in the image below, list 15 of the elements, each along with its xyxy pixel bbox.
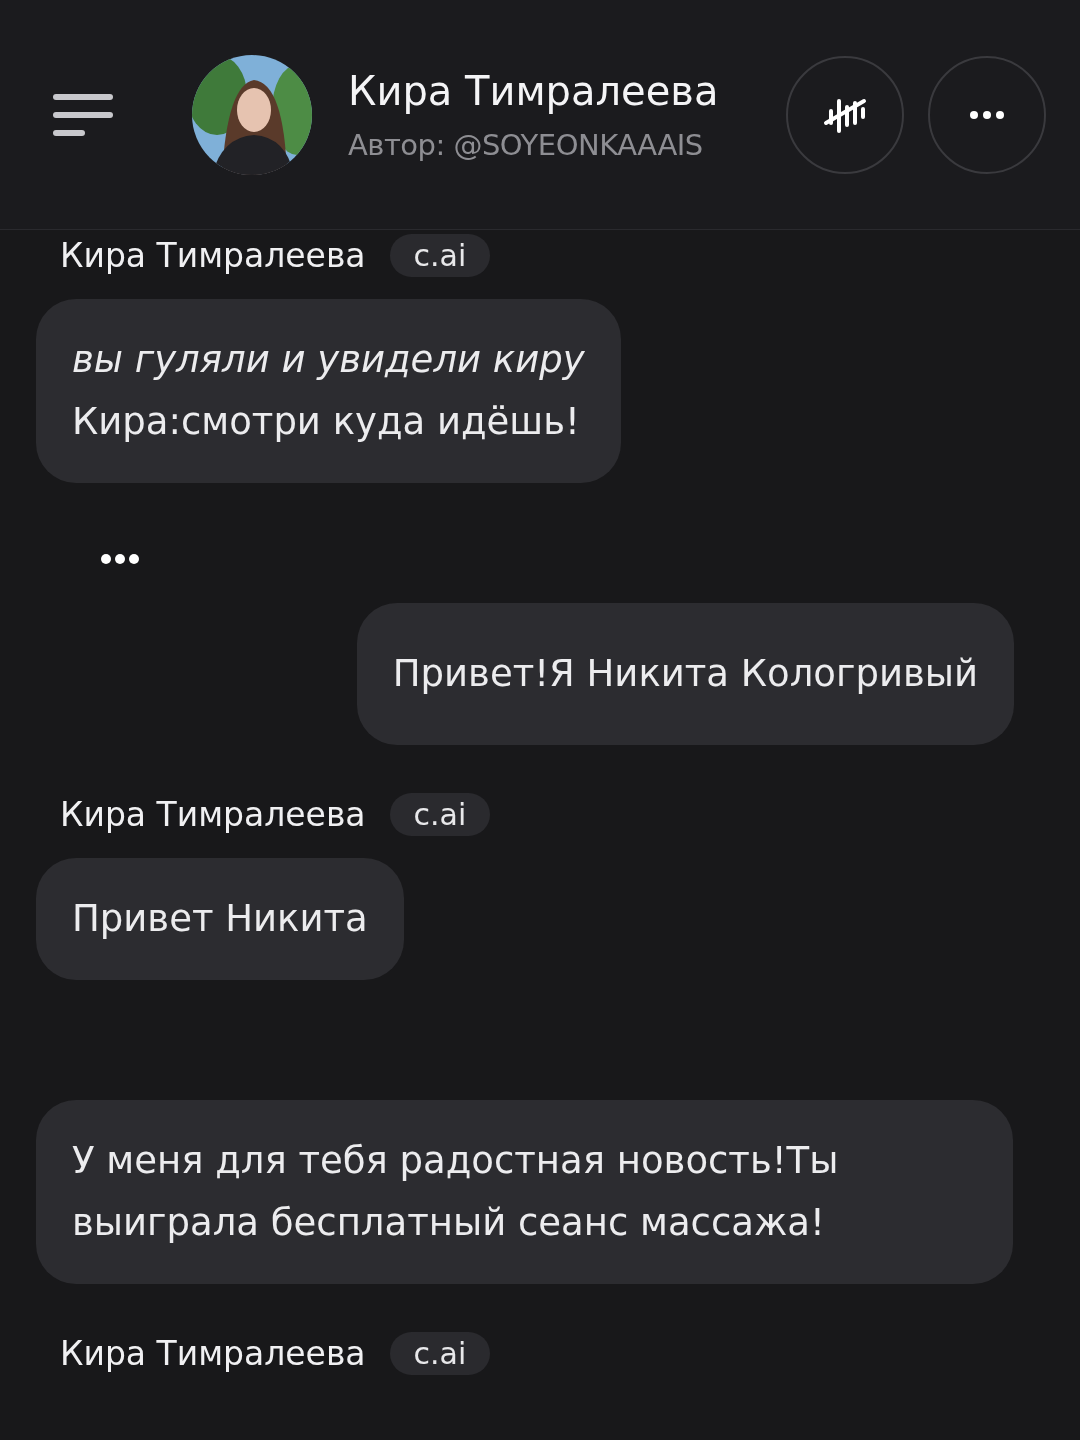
message-bubble: У меня для тебя радостная новость!Ты выиграла бесплатный сеанс массажа! xyxy=(36,1100,1013,1284)
more-icon xyxy=(969,109,1005,120)
typing-icon xyxy=(100,553,140,565)
ai-badge: c.ai xyxy=(389,793,491,836)
ai-badge: c.ai xyxy=(389,234,491,277)
character-name: Кира Тимралеева xyxy=(348,67,720,114)
ai-badge: c.ai xyxy=(389,1332,491,1375)
character-name: Кира Тимралеева xyxy=(60,236,366,275)
voice-button[interactable] xyxy=(786,55,904,174)
author-handle: Автор: @SOYEONKAAAIS xyxy=(348,127,704,162)
character-name: Кира Тимралеева xyxy=(60,1334,366,1373)
character-name: Кира Тимралеева xyxy=(60,795,366,834)
message-bubble: вы гуляли и увидели киру Кира:смотри куда идёшь! xyxy=(36,299,621,483)
message-bubble: Привет Никита xyxy=(36,858,404,980)
message-bubble: Привет!Я Никита Кологривый xyxy=(356,603,1014,745)
